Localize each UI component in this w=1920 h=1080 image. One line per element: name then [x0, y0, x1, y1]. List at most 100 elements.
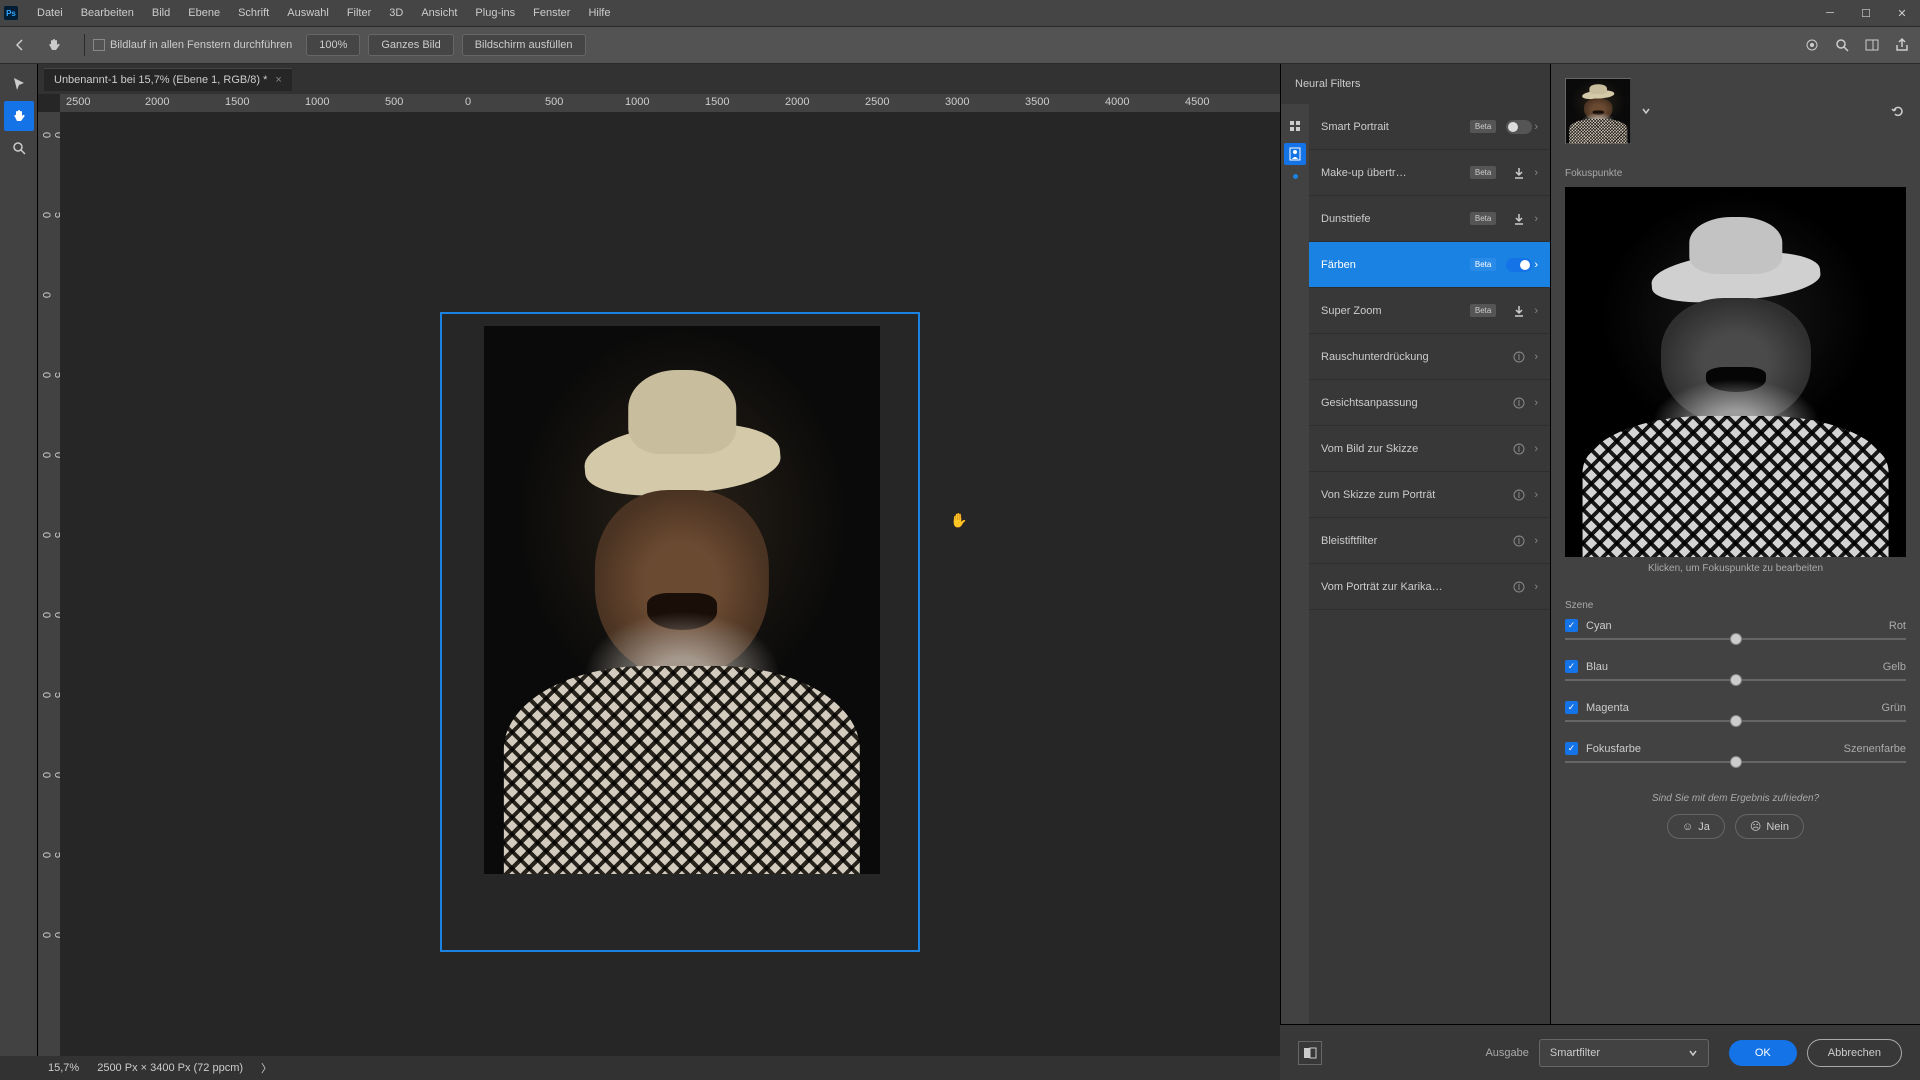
preview-toggle-icon[interactable]: [1298, 1041, 1322, 1065]
menu-plugins[interactable]: Plug-ins: [466, 7, 524, 19]
slider-track[interactable]: [1565, 638, 1906, 640]
filter-row-2[interactable]: DunsttiefeBeta›: [1309, 196, 1550, 242]
slider-track[interactable]: [1565, 720, 1906, 722]
slider-knob[interactable]: [1730, 674, 1742, 686]
filter-control[interactable]: i: [1504, 488, 1534, 502]
beta-badge: Beta: [1470, 120, 1496, 133]
document-tab[interactable]: Unbenannt-1 bei 15,7% (Ebene 1, RGB/8) *…: [44, 68, 292, 91]
chevron-right-icon: ›: [1534, 121, 1538, 133]
slider-checkbox[interactable]: ✓: [1565, 660, 1578, 673]
menu-fenster[interactable]: Fenster: [524, 7, 579, 19]
filter-control[interactable]: [1504, 212, 1534, 226]
menu-schrift[interactable]: Schrift: [229, 7, 278, 19]
menu-ebene[interactable]: Ebene: [179, 7, 229, 19]
chevron-right-icon: ›: [1534, 489, 1538, 501]
filter-control[interactable]: i: [1504, 442, 1534, 456]
filter-control[interactable]: i: [1504, 534, 1534, 548]
reset-icon[interactable]: [1890, 103, 1906, 119]
menu-bild[interactable]: Bild: [143, 7, 179, 19]
feedback-no-button[interactable]: ☹Nein: [1735, 814, 1804, 839]
color-slider-3: ✓FokusfarbeSzenenfarbe: [1565, 742, 1906, 763]
filter-row-10[interactable]: Vom Porträt zur Karika…i›: [1309, 564, 1550, 610]
menu-3d[interactable]: 3D: [380, 7, 412, 19]
filter-row-1[interactable]: Make-up übertr…Beta›: [1309, 150, 1550, 196]
canvas[interactable]: ✋: [60, 112, 1280, 1056]
hand-tool[interactable]: [4, 101, 34, 131]
filter-control[interactable]: i: [1504, 396, 1534, 410]
search-icon[interactable]: [1832, 35, 1852, 55]
tool-column: [0, 64, 38, 1056]
filter-row-3[interactable]: FärbenBeta›: [1309, 242, 1550, 288]
fill-screen-button[interactable]: Bildschirm ausfüllen: [462, 34, 586, 56]
slider-knob[interactable]: [1730, 715, 1742, 727]
scroll-all-checkbox[interactable]: Bildlauf in allen Fenstern durchführen: [93, 39, 292, 51]
fokus-caption: Klicken, um Fokuspunkte zu bearbeiten: [1565, 563, 1906, 574]
scene-label: Szene: [1565, 600, 1906, 611]
filter-label: Färben: [1321, 259, 1470, 271]
window-close[interactable]: ✕: [1884, 0, 1920, 26]
move-tool[interactable]: [4, 69, 34, 99]
window-minimize[interactable]: ─: [1812, 0, 1848, 26]
status-bar: 15,7% 2500 Px × 3400 Px (72 ppcm) 〉: [38, 1056, 1280, 1080]
slider-track[interactable]: [1565, 761, 1906, 763]
slider-checkbox[interactable]: ✓: [1565, 619, 1578, 632]
filter-control[interactable]: [1504, 120, 1534, 134]
status-arrow-icon[interactable]: 〉: [261, 1060, 272, 1076]
beta-badge: Beta: [1470, 258, 1496, 271]
zoom-tool[interactable]: [4, 133, 34, 163]
menu-hilfe[interactable]: Hilfe: [579, 7, 619, 19]
slider-checkbox[interactable]: ✓: [1565, 701, 1578, 714]
menu-ansicht[interactable]: Ansicht: [412, 7, 466, 19]
back-button[interactable]: [8, 33, 32, 57]
cloud-icon[interactable]: [1802, 35, 1822, 55]
filter-control[interactable]: [1504, 304, 1534, 318]
active-indicator-dot: [1293, 174, 1298, 179]
workspace-icon[interactable]: [1862, 35, 1882, 55]
ok-button[interactable]: OK: [1729, 1040, 1797, 1066]
svg-text:i: i: [1518, 489, 1520, 501]
fokus-preview[interactable]: [1565, 187, 1906, 557]
filter-control[interactable]: i: [1504, 350, 1534, 364]
filter-label: Bleistiftfilter: [1321, 535, 1504, 547]
face-thumbnail[interactable]: [1565, 78, 1631, 144]
filter-control[interactable]: [1504, 258, 1534, 272]
filter-control[interactable]: [1504, 166, 1534, 180]
menu-filter[interactable]: Filter: [338, 7, 380, 19]
slider-track[interactable]: [1565, 679, 1906, 681]
ruler-vertical[interactable]: 10050050100150200250300350400: [38, 112, 60, 1056]
menu-bar: Ps Datei Bearbeiten Bild Ebene Schrift A…: [0, 0, 1920, 26]
fit-screen-button[interactable]: Ganzes Bild: [368, 34, 453, 56]
filter-row-0[interactable]: Smart PortraitBeta›: [1309, 104, 1550, 150]
ruler-horizontal[interactable]: 2500200015001000500050010001500200025003…: [60, 94, 1280, 112]
color-slider-2: ✓MagentaGrün: [1565, 701, 1906, 722]
menu-bearbeiten[interactable]: Bearbeiten: [72, 7, 143, 19]
feedback-yes-button[interactable]: ☺Ja: [1667, 814, 1725, 839]
feedback-text: Sind Sie mit dem Ergebnis zufrieden?: [1565, 793, 1906, 804]
beta-badge: Beta: [1470, 304, 1496, 317]
slider-right-label: Rot: [1889, 620, 1906, 632]
menu-datei[interactable]: Datei: [28, 7, 72, 19]
artboard-selection[interactable]: [440, 312, 920, 952]
filter-row-7[interactable]: Vom Bild zur Skizzei›: [1309, 426, 1550, 472]
menu-auswahl[interactable]: Auswahl: [278, 7, 338, 19]
slider-knob[interactable]: [1730, 633, 1742, 645]
hand-tool-icon: [42, 33, 66, 57]
window-maximize[interactable]: ☐: [1848, 0, 1884, 26]
cancel-button[interactable]: Abbrechen: [1807, 1039, 1902, 1067]
filter-row-8[interactable]: Von Skizze zum Porträti›: [1309, 472, 1550, 518]
face-dropdown[interactable]: [1639, 104, 1653, 118]
filter-category-portrait[interactable]: [1284, 143, 1306, 165]
slider-knob[interactable]: [1730, 756, 1742, 768]
zoom-100-button[interactable]: 100%: [306, 34, 360, 56]
filter-row-9[interactable]: Bleistiftfilteri›: [1309, 518, 1550, 564]
filter-row-4[interactable]: Super ZoomBeta›: [1309, 288, 1550, 334]
filter-row-6[interactable]: Gesichtsanpassungi›: [1309, 380, 1550, 426]
slider-checkbox[interactable]: ✓: [1565, 742, 1578, 755]
output-select[interactable]: Smartfilter: [1539, 1039, 1709, 1067]
tab-close-icon[interactable]: ×: [275, 74, 281, 86]
share-icon[interactable]: [1892, 35, 1912, 55]
filter-control[interactable]: i: [1504, 580, 1534, 594]
filter-row-5[interactable]: Rauschunterdrückungi›: [1309, 334, 1550, 380]
filter-category-all[interactable]: [1284, 115, 1306, 137]
chevron-right-icon: ›: [1534, 167, 1538, 179]
